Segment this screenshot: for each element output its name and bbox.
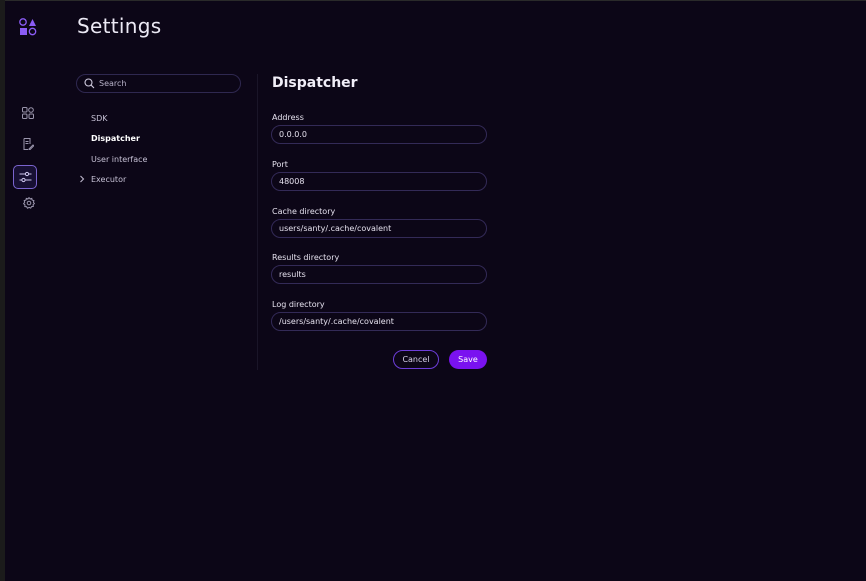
address-field[interactable] [271, 125, 487, 144]
covalent-logo-icon[interactable] [19, 18, 37, 36]
section-title: Dispatcher [272, 75, 358, 91]
cache-directory-label: Cache directory [272, 207, 336, 216]
save-button[interactable]: Save [449, 350, 487, 369]
page-title: Settings [77, 14, 162, 38]
port-label: Port [272, 160, 288, 169]
grid-icon[interactable] [17, 102, 39, 124]
search-input[interactable] [99, 79, 229, 88]
cancel-button[interactable]: Cancel [393, 350, 439, 369]
cache-directory-input[interactable] [279, 224, 479, 233]
port-input[interactable] [279, 177, 479, 186]
log-directory-input[interactable] [279, 317, 479, 326]
port-field[interactable] [271, 172, 487, 191]
address-input[interactable] [279, 130, 479, 139]
nav-rail [5, 0, 57, 581]
panel-divider [257, 74, 258, 370]
results-directory-field[interactable] [271, 265, 487, 284]
gear-icon[interactable] [18, 192, 40, 214]
log-directory-field[interactable] [271, 312, 487, 331]
document-edit-icon[interactable] [17, 133, 39, 155]
log-directory-label: Log directory [272, 300, 325, 309]
chevron-right-icon[interactable] [79, 174, 85, 184]
address-label: Address [272, 113, 304, 122]
window-top-border [0, 0, 866, 1]
settings-search[interactable] [76, 74, 241, 93]
results-directory-label: Results directory [272, 253, 340, 262]
sidebar-item-dispatcher[interactable]: Dispatcher [91, 134, 140, 143]
results-directory-input[interactable] [279, 270, 479, 279]
cache-directory-field[interactable] [271, 219, 487, 238]
sidebar-item-executor[interactable]: Executor [91, 175, 126, 184]
search-icon [84, 78, 95, 89]
sidebar-item-user-interface[interactable]: User interface [91, 155, 147, 164]
sliders-icon[interactable] [13, 165, 37, 189]
sidebar-item-sdk[interactable]: SDK [91, 114, 107, 123]
